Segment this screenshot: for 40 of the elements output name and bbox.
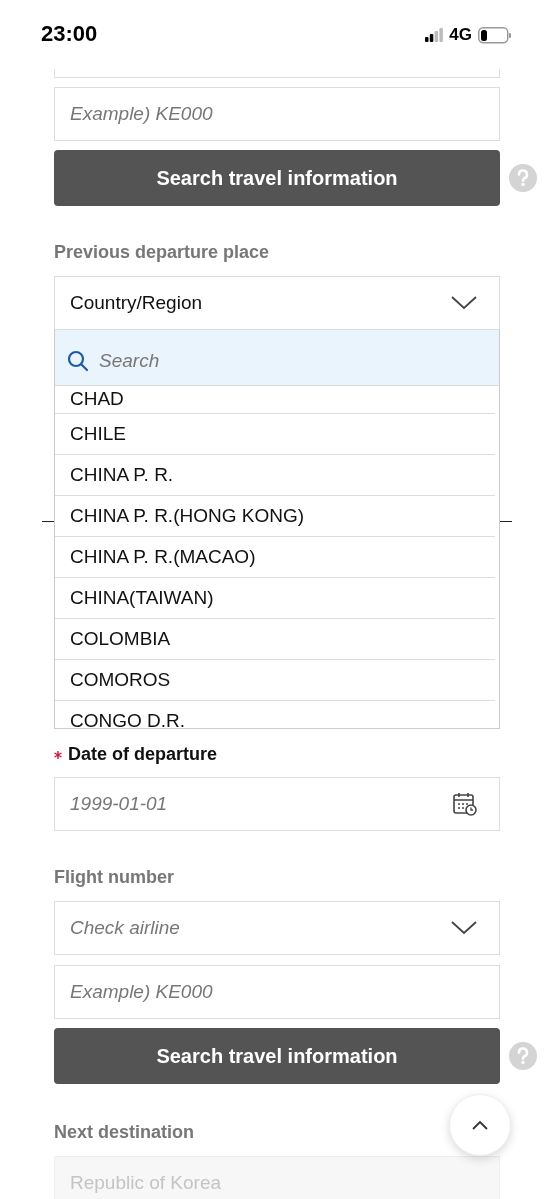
chevron-down-icon (451, 296, 477, 310)
country-select[interactable]: Country/Region (54, 276, 500, 330)
scroll-top-button[interactable] (449, 1094, 511, 1156)
signal-icon (425, 28, 444, 42)
chevron-down-icon (451, 921, 477, 935)
chevron-up-icon (472, 1120, 488, 1130)
country-option[interactable]: CHILE (55, 414, 495, 455)
battery-icon (478, 26, 512, 44)
country-option[interactable]: CHINA(TAIWAN) (55, 578, 495, 619)
flight-number-field[interactable]: Example) KE000 (54, 87, 500, 141)
field-placeholder: 1999-01-01 (70, 793, 168, 815)
search-button[interactable]: Search travel information (54, 1028, 500, 1084)
field-label: Date of departure (68, 744, 218, 765)
field-placeholder: Example) KE000 (70, 981, 213, 1003)
field-placeholder: Example) KE000 (70, 103, 213, 125)
help-icon[interactable] (508, 1041, 538, 1071)
calendar-icon (453, 792, 477, 816)
search-field[interactable]: Search (55, 330, 499, 386)
select-placeholder: Check airline (70, 917, 180, 939)
date-field[interactable]: 1999-01-01 (54, 777, 500, 831)
country-option[interactable]: CHINA P. R.(HONG KONG) (55, 496, 495, 537)
field-label: Flight number (54, 867, 174, 888)
search-icon (67, 349, 89, 372)
flight-number-field[interactable]: Example) KE000 (54, 965, 500, 1019)
country-option[interactable]: COMOROS (55, 660, 495, 701)
network-label: 4G (449, 25, 472, 45)
input-field[interactable] (54, 69, 500, 78)
status-time: 23:00 (41, 21, 98, 47)
field-label: Next destination (54, 1122, 195, 1143)
search-placeholder: Search (99, 349, 160, 372)
country-option[interactable]: COLOMBIA (55, 619, 495, 660)
help-icon[interactable] (508, 163, 538, 193)
select-value: Country/Region (70, 292, 203, 314)
airline-select[interactable]: Check airline (54, 901, 500, 955)
country-option[interactable]: CHINA P. R.(MACAO) (55, 537, 495, 578)
search-button[interactable]: Search travel information (54, 150, 500, 206)
country-option[interactable]: CHAD (55, 386, 495, 414)
field-label: Previous departure place (54, 242, 270, 263)
country-option[interactable]: CONGO D.R. (55, 701, 495, 728)
country-option[interactable]: CHINA P. R. (55, 455, 495, 496)
